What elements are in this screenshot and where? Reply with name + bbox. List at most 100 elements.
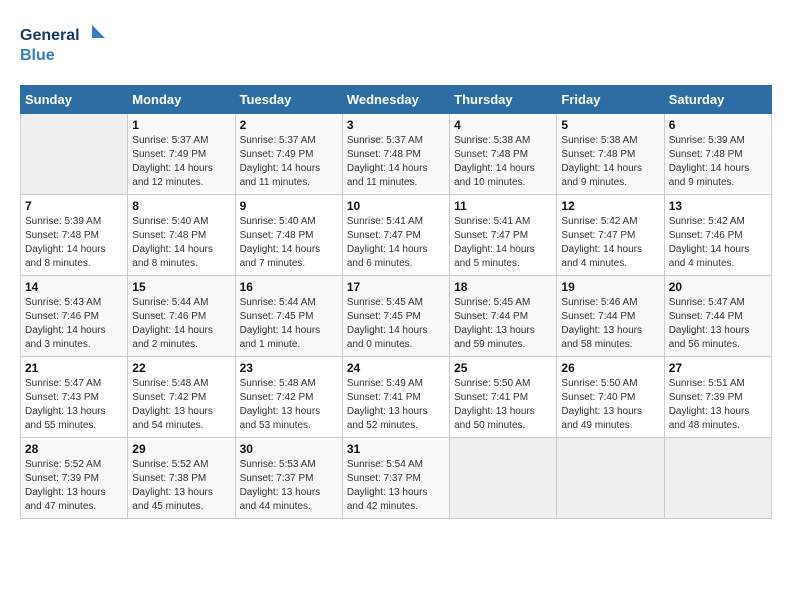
day-cell: [21, 114, 128, 195]
day-cell: 11 Sunrise: 5:41 AMSunset: 7:47 PMDayligh…: [450, 195, 557, 276]
day-info: Sunrise: 5:37 AMSunset: 7:49 PMDaylight:…: [240, 134, 338, 190]
day-info: Sunrise: 5:38 AMSunset: 7:48 PMDaylight:…: [454, 134, 552, 190]
day-number: 24: [347, 361, 445, 375]
day-cell: 10 Sunrise: 5:41 AMSunset: 7:47 PMDayligh…: [342, 195, 449, 276]
calendar-table: SundayMondayTuesdayWednesdayThursdayFrid…: [20, 85, 772, 519]
day-cell: 22 Sunrise: 5:48 AMSunset: 7:42 PMDayligh…: [128, 357, 235, 438]
day-number: 7: [25, 199, 123, 213]
logo-svg: General Blue: [20, 20, 110, 75]
day-cell: [450, 438, 557, 519]
day-info: Sunrise: 5:47 AMSunset: 7:44 PMDaylight:…: [669, 296, 767, 352]
day-cell: 18Sunrise: 5:45 AMSunset: 7:44 PMDayligh…: [450, 276, 557, 357]
day-number: 29: [132, 442, 230, 456]
day-cell: 2Sunrise: 5:37 AMSunset: 7:49 PMDaylight…: [235, 114, 342, 195]
header: General Blue: [20, 20, 772, 75]
day-cell: [557, 438, 664, 519]
day-cell: 13 Sunrise: 5:42 AMSunset: 7:46 PMDayligh…: [664, 195, 771, 276]
day-cell: 9 Sunrise: 5:40 AMSunset: 7:48 PMDaylight…: [235, 195, 342, 276]
day-info: Sunrise: 5:37 AMSunset: 7:49 PMDaylight:…: [132, 134, 230, 190]
day-cell: 1 Sunrise: 5:37 AMSunset: 7:49 PMDaylight…: [128, 114, 235, 195]
day-number: 17: [347, 280, 445, 294]
logo: General Blue: [20, 20, 110, 75]
day-number: 23: [240, 361, 338, 375]
day-info: Sunrise: 5:54 AMSunset: 7:37 PMDaylight:…: [347, 458, 445, 514]
week-row-2: 7 Sunrise: 5:39 AMSunset: 7:48 PMDaylight…: [21, 195, 772, 276]
day-number: 22: [132, 361, 230, 375]
day-info: Sunrise: 5:50 AMSunset: 7:40 PMDaylight:…: [561, 377, 659, 433]
day-info: Sunrise: 5:39 AMSunset: 7:48 PMDaylight:…: [25, 215, 123, 271]
day-info: Sunrise: 5:45 AMSunset: 7:44 PMDaylight:…: [454, 296, 552, 352]
day-info: Sunrise: 5:42 AMSunset: 7:46 PMDaylight:…: [669, 215, 767, 271]
day-info: Sunrise: 5:53 AMSunset: 7:37 PMDaylight:…: [240, 458, 338, 514]
day-number: 25: [454, 361, 552, 375]
day-number: 1: [132, 118, 230, 132]
day-number: 28: [25, 442, 123, 456]
day-info: Sunrise: 5:38 AMSunset: 7:48 PMDaylight:…: [561, 134, 659, 190]
day-number: 30: [240, 442, 338, 456]
day-info: Sunrise: 5:46 AMSunset: 7:44 PMDaylight:…: [561, 296, 659, 352]
day-number: 5: [561, 118, 659, 132]
day-info: Sunrise: 5:40 AMSunset: 7:48 PMDaylight:…: [240, 215, 338, 271]
day-info: Sunrise: 5:43 AMSunset: 7:46 PMDaylight:…: [25, 296, 123, 352]
day-number: 27: [669, 361, 767, 375]
svg-text:Blue: Blue: [20, 47, 55, 64]
day-cell: 24Sunrise: 5:49 AMSunset: 7:41 PMDayligh…: [342, 357, 449, 438]
day-number: 10: [347, 199, 445, 213]
day-cell: 29 Sunrise: 5:52 AMSunset: 7:38 PMDayligh…: [128, 438, 235, 519]
day-cell: 20 Sunrise: 5:47 AMSunset: 7:44 PMDayligh…: [664, 276, 771, 357]
day-info: Sunrise: 5:41 AMSunset: 7:47 PMDaylight:…: [454, 215, 552, 271]
day-info: Sunrise: 5:52 AMSunset: 7:38 PMDaylight:…: [132, 458, 230, 514]
day-cell: 31 Sunrise: 5:54 AMSunset: 7:37 PMDayligh…: [342, 438, 449, 519]
day-cell: 28Sunrise: 5:52 AMSunset: 7:39 PMDayligh…: [21, 438, 128, 519]
day-header-thursday: Thursday: [450, 86, 557, 114]
week-row-4: 21Sunrise: 5:47 AMSunset: 7:43 PMDayligh…: [21, 357, 772, 438]
day-info: Sunrise: 5:47 AMSunset: 7:43 PMDaylight:…: [25, 377, 123, 433]
day-header-sunday: Sunday: [21, 86, 128, 114]
day-cell: 21Sunrise: 5:47 AMSunset: 7:43 PMDayligh…: [21, 357, 128, 438]
day-number: 31: [347, 442, 445, 456]
header-row: SundayMondayTuesdayWednesdayThursdayFrid…: [21, 86, 772, 114]
day-number: 13: [669, 199, 767, 213]
day-number: 26: [561, 361, 659, 375]
week-row-1: 1 Sunrise: 5:37 AMSunset: 7:49 PMDaylight…: [21, 114, 772, 195]
day-cell: 26 Sunrise: 5:50 AMSunset: 7:40 PMDayligh…: [557, 357, 664, 438]
day-cell: 17Sunrise: 5:45 AMSunset: 7:45 PMDayligh…: [342, 276, 449, 357]
day-header-monday: Monday: [128, 86, 235, 114]
day-cell: 14 Sunrise: 5:43 AMSunset: 7:46 PMDayligh…: [21, 276, 128, 357]
day-header-saturday: Saturday: [664, 86, 771, 114]
week-row-3: 14 Sunrise: 5:43 AMSunset: 7:46 PMDayligh…: [21, 276, 772, 357]
day-number: 14: [25, 280, 123, 294]
day-cell: 30 Sunrise: 5:53 AMSunset: 7:37 PMDayligh…: [235, 438, 342, 519]
day-cell: 23 Sunrise: 5:48 AMSunset: 7:42 PMDayligh…: [235, 357, 342, 438]
day-number: 20: [669, 280, 767, 294]
day-info: Sunrise: 5:41 AMSunset: 7:47 PMDaylight:…: [347, 215, 445, 271]
day-info: Sunrise: 5:40 AMSunset: 7:48 PMDaylight:…: [132, 215, 230, 271]
day-cell: 16 Sunrise: 5:44 AMSunset: 7:45 PMDayligh…: [235, 276, 342, 357]
day-number: 6: [669, 118, 767, 132]
day-cell: 8 Sunrise: 5:40 AMSunset: 7:48 PMDaylight…: [128, 195, 235, 276]
day-cell: 15 Sunrise: 5:44 AMSunset: 7:46 PMDayligh…: [128, 276, 235, 357]
day-header-wednesday: Wednesday: [342, 86, 449, 114]
day-number: 8: [132, 199, 230, 213]
day-info: Sunrise: 5:44 AMSunset: 7:46 PMDaylight:…: [132, 296, 230, 352]
day-header-friday: Friday: [557, 86, 664, 114]
day-cell: 7 Sunrise: 5:39 AMSunset: 7:48 PMDaylight…: [21, 195, 128, 276]
day-cell: [664, 438, 771, 519]
day-number: 15: [132, 280, 230, 294]
day-cell: 12 Sunrise: 5:42 AMSunset: 7:47 PMDayligh…: [557, 195, 664, 276]
day-info: Sunrise: 5:44 AMSunset: 7:45 PMDaylight:…: [240, 296, 338, 352]
svg-text:General: General: [20, 27, 80, 44]
day-number: 11: [454, 199, 552, 213]
day-number: 16: [240, 280, 338, 294]
day-number: 19: [561, 280, 659, 294]
day-info: Sunrise: 5:39 AMSunset: 7:48 PMDaylight:…: [669, 134, 767, 190]
day-cell: 5 Sunrise: 5:38 AMSunset: 7:48 PMDaylight…: [557, 114, 664, 195]
day-cell: 19 Sunrise: 5:46 AMSunset: 7:44 PMDayligh…: [557, 276, 664, 357]
day-info: Sunrise: 5:42 AMSunset: 7:47 PMDaylight:…: [561, 215, 659, 271]
day-number: 9: [240, 199, 338, 213]
day-cell: 6 Sunrise: 5:39 AMSunset: 7:48 PMDaylight…: [664, 114, 771, 195]
day-cell: 3Sunrise: 5:37 AMSunset: 7:48 PMDaylight…: [342, 114, 449, 195]
day-info: Sunrise: 5:48 AMSunset: 7:42 PMDaylight:…: [240, 377, 338, 433]
day-number: 12: [561, 199, 659, 213]
day-info: Sunrise: 5:48 AMSunset: 7:42 PMDaylight:…: [132, 377, 230, 433]
